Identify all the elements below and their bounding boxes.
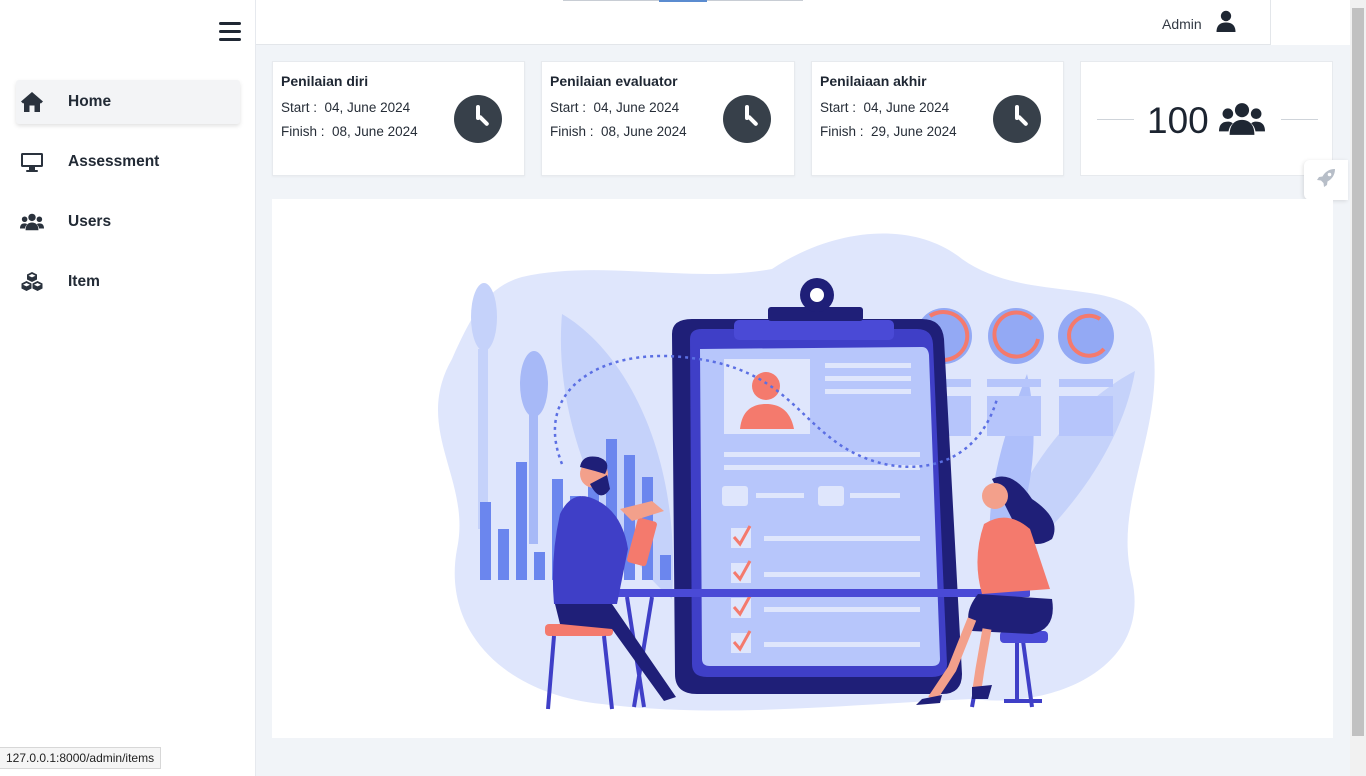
card-title: Penilaian diri	[281, 73, 369, 89]
browser-status-url: 127.0.0.1:8000/admin/items	[0, 747, 162, 769]
assessment-illustration	[438, 233, 1155, 711]
divider	[1097, 119, 1134, 120]
schedule-card: Penilaian diri Start : 04, June 2024 Fin…	[272, 61, 525, 176]
divider	[659, 0, 707, 2]
finish-date: 29, June 2024	[871, 124, 957, 139]
finish-date: 08, June 2024	[601, 124, 687, 139]
sidebar-nav: Home Assessment Users Item	[16, 80, 240, 320]
start-label: Start :	[820, 100, 857, 115]
sidebar-item-label: Home	[68, 93, 112, 110]
user-menu[interactable]: Admin	[1162, 10, 1236, 37]
clock-icon	[993, 95, 1041, 143]
hamburger-menu-icon[interactable]	[219, 22, 241, 42]
sidebar-item-home[interactable]: Home	[16, 80, 240, 124]
start-label: Start :	[550, 100, 587, 115]
sidebar-item-label: Item	[68, 273, 100, 290]
sidebar-item-assessment[interactable]: Assessment	[16, 140, 240, 184]
sidebar: Home Assessment Users Item	[0, 0, 256, 776]
user-count: 100	[1147, 100, 1209, 141]
sidebar-item-users[interactable]: Users	[16, 200, 240, 244]
schedule-card: Penilaian evaluator Start : 04, June 202…	[541, 61, 795, 176]
card-title: Penilaiaan akhir	[820, 73, 927, 89]
clock-icon	[454, 95, 502, 143]
sidebar-item-label: Assessment	[68, 153, 160, 170]
finish-label: Finish :	[550, 124, 594, 139]
scrollbar-thumb[interactable]	[1352, 8, 1364, 736]
users-icon	[20, 210, 44, 234]
top-bar: Admin	[256, 0, 1350, 45]
card-start: Start : 04, June 2024	[281, 100, 410, 115]
card-title: Penilaian evaluator	[550, 73, 678, 89]
clock-icon	[723, 95, 771, 143]
card-finish: Finish : 29, June 2024	[820, 124, 957, 139]
monitor-icon	[20, 150, 44, 174]
finish-label: Finish :	[281, 124, 325, 139]
divider	[1281, 119, 1318, 120]
sidebar-item-item[interactable]: Item	[16, 260, 240, 304]
home-icon	[20, 90, 44, 114]
start-date: 04, June 2024	[863, 100, 950, 115]
dashboard-illustration-panel	[272, 199, 1333, 738]
card-finish: Finish : 08, June 2024	[281, 124, 418, 139]
sidebar-item-label: Users	[68, 213, 112, 230]
start-date: 04, June 2024	[593, 100, 680, 115]
user-name: Admin	[1162, 15, 1202, 32]
topbar-right-panel	[1270, 0, 1350, 45]
user-icon	[1216, 10, 1236, 37]
card-start: Start : 04, June 2024	[550, 100, 679, 115]
finish-date: 08, June 2024	[332, 124, 418, 139]
card-start: Start : 04, June 2024	[820, 100, 949, 115]
start-date: 04, June 2024	[324, 100, 411, 115]
quick-action-button[interactable]	[1304, 160, 1348, 200]
cubes-icon	[20, 270, 44, 294]
schedule-card: Penilaiaan akhir Start : 04, June 2024 F…	[811, 61, 1064, 176]
finish-label: Finish :	[820, 124, 864, 139]
start-label: Start :	[281, 100, 318, 115]
card-finish: Finish : 08, June 2024	[550, 124, 687, 139]
user-count-card: 100	[1080, 61, 1333, 176]
users-icon	[1219, 100, 1265, 143]
rocket-icon	[1315, 167, 1337, 194]
